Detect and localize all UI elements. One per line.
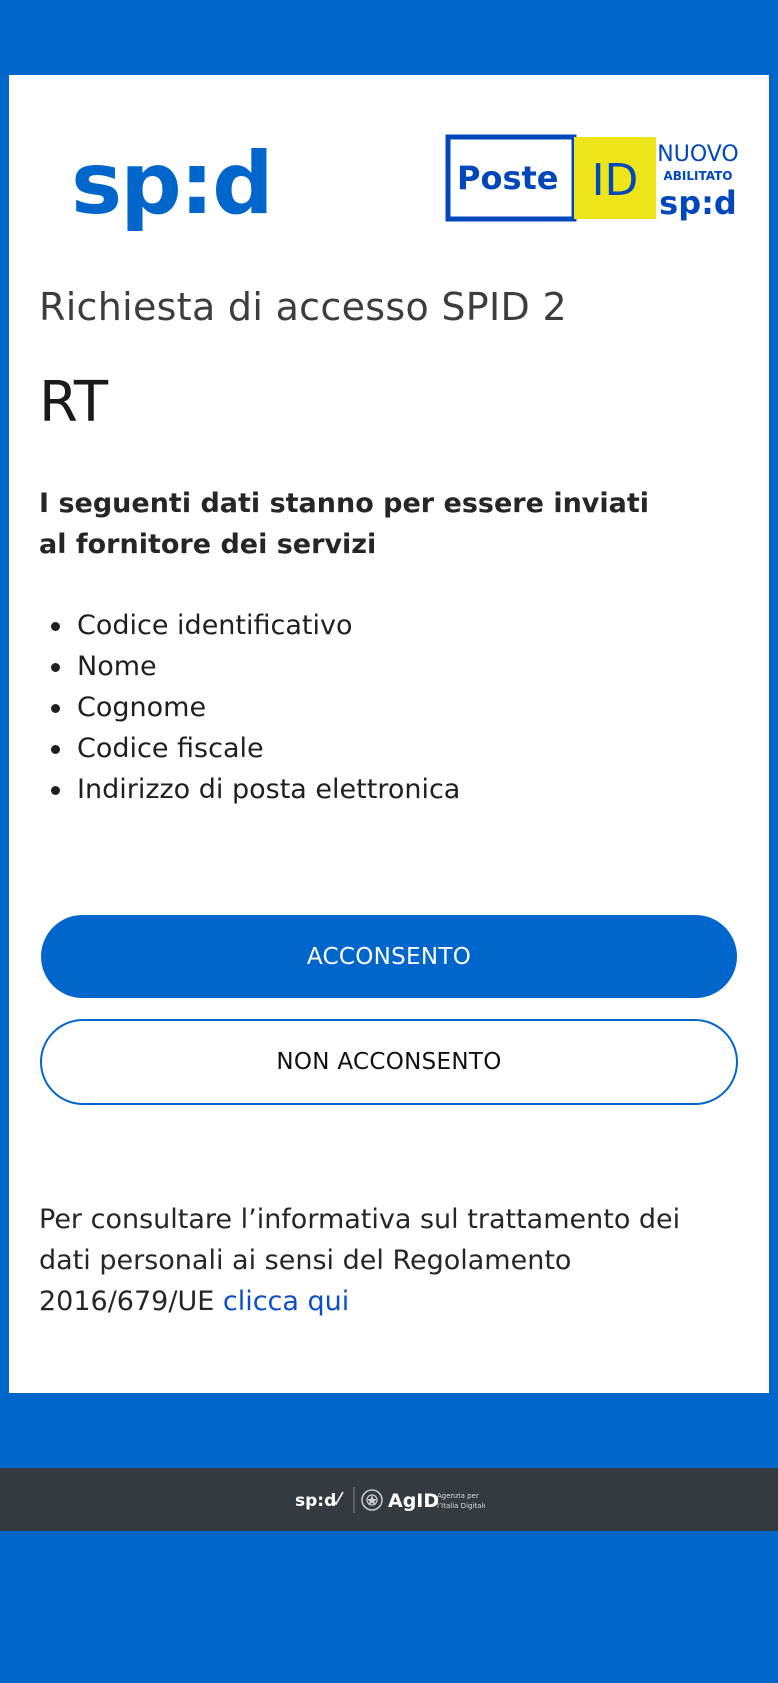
footer-logos: sp:d AgID Agenzia per l’Italia Digitale: [295, 1487, 485, 1513]
consent-card: sp:d Poste ID NUOVO ABILITATO sp:d Richi…: [9, 75, 769, 1393]
accept-button[interactable]: ACCONSENTO: [41, 915, 737, 998]
attribute-label: Cognome: [77, 692, 207, 723]
attribute-item: Indirizzo di posta elettronica: [39, 769, 460, 810]
badge-abilitato-text: ABILITATO: [663, 169, 732, 183]
bullet-icon: [51, 704, 60, 713]
republic-emblem-icon: [361, 1489, 383, 1511]
badge-spid-text: sp:d: [659, 184, 737, 222]
attribute-item: Cognome: [39, 687, 460, 728]
poste-brand-text: Poste: [457, 159, 558, 197]
attribute-label: Nome: [77, 651, 157, 682]
privacy-link[interactable]: clicca qui: [223, 1286, 349, 1317]
reject-button-label: NON ACCONSENTO: [276, 1049, 502, 1075]
privacy-text: Per consultare l’informativa sul trattam…: [39, 1204, 681, 1317]
bullet-icon: [51, 786, 60, 795]
bullet-icon: [51, 745, 60, 754]
attribute-item: Codice fiscale: [39, 728, 460, 769]
attribute-item: Codice identificativo: [39, 605, 460, 646]
agid-caption-line1: Agenzia per: [437, 1492, 479, 1500]
spid-logo: sp:d: [71, 135, 267, 234]
attribute-label: Codice identificativo: [77, 610, 353, 641]
accept-button-label: ACCONSENTO: [306, 943, 472, 970]
poste-id-logo: Poste ID NUOVO ABILITATO sp:d: [445, 134, 739, 222]
attribute-label: Indirizzo di posta elettronica: [77, 774, 461, 805]
spid-logo-text: sp:d: [71, 135, 267, 234]
attribute-item: Nome: [39, 646, 460, 687]
attribute-list: Codice identificativo Nome Cognome Codic…: [39, 605, 460, 810]
bullet-icon: [51, 663, 60, 672]
service-provider-name: RT: [39, 370, 109, 435]
agid-caption-line2: l’Italia Digitale: [437, 1502, 485, 1510]
consent-intro: I seguenti dati stanno per essere inviat…: [39, 488, 650, 560]
attribute-label: Codice fiscale: [77, 733, 264, 764]
bullet-icon: [51, 622, 60, 631]
poste-id-text: ID: [592, 155, 639, 206]
reject-button[interactable]: NON ACCONSENTO: [40, 1019, 738, 1105]
footer: sp:d AgID Agenzia per l’Italia Digitale: [0, 1468, 778, 1531]
agid-text: AgID: [388, 1490, 439, 1512]
footer-spid-text: sp:d: [295, 1491, 336, 1511]
badge-nuovo-text: NUOVO: [657, 142, 738, 167]
privacy-notice: Per consultare l’informativa sul trattam…: [39, 1199, 739, 1322]
page-title: Richiesta di accesso SPID 2: [39, 285, 567, 329]
